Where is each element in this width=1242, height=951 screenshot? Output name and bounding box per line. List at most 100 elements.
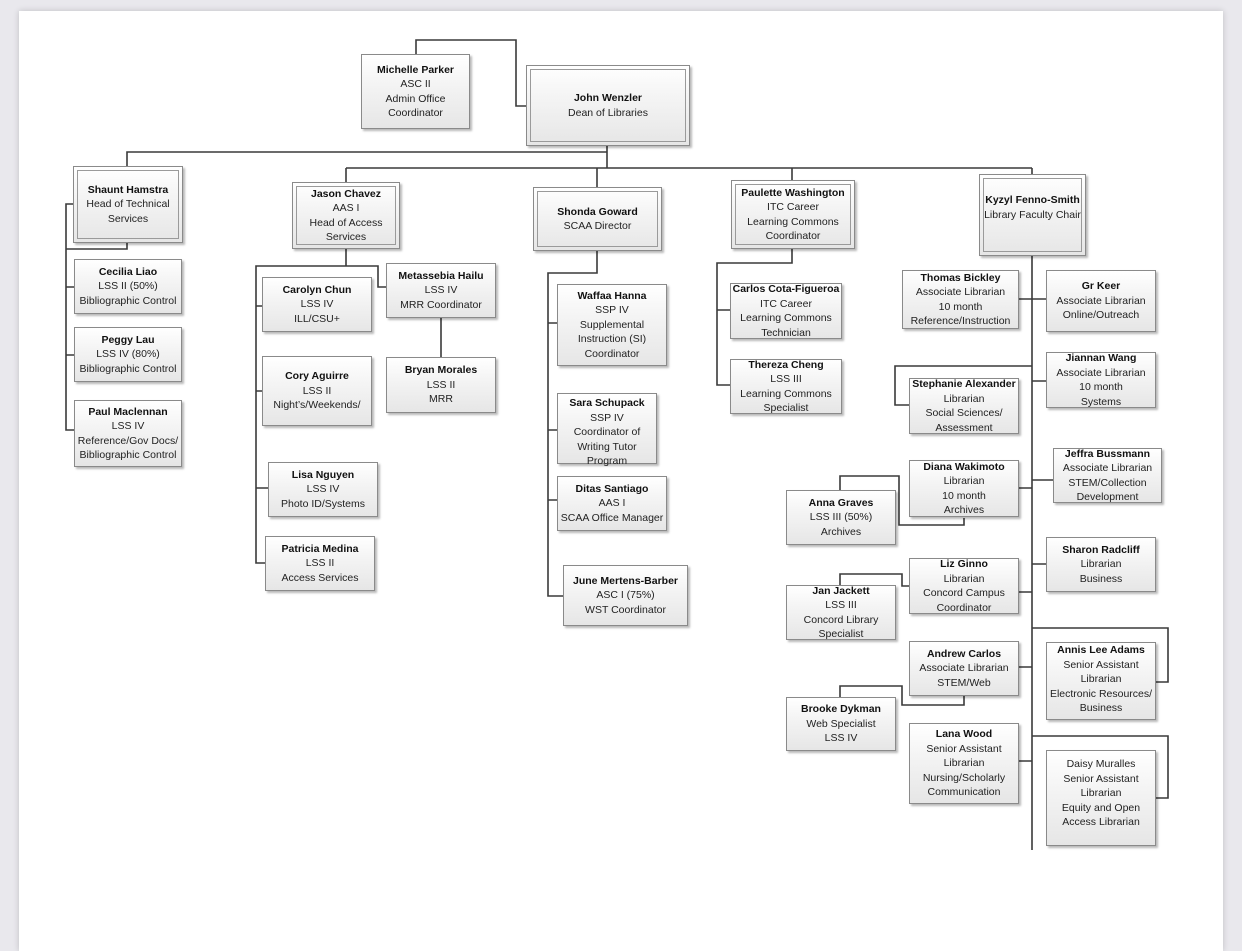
node-detail: Reference/Instruction (910, 315, 1011, 327)
node-detail: Concord Campus (923, 587, 1005, 599)
node-detail: Associate Librarian (915, 286, 1006, 298)
node-detail: Learning Commons (740, 387, 832, 400)
node-detail: Reference/Gov Docs/ (77, 434, 179, 447)
node-detail: Librarian (943, 392, 985, 405)
node-detail: Technician (761, 326, 811, 339)
node-name: Jiannan Wang (1065, 352, 1137, 364)
org-node-metassebia-hailu[interactable]: Metassebia Hailu LSS IV MRR Coordinator (386, 263, 496, 318)
org-node-stephanie-alexander[interactable]: Stephanie Alexander Librarian Social Sci… (909, 378, 1019, 434)
node-detail: ITC Career (760, 297, 812, 310)
org-node-paul-maclennan[interactable]: Paul Maclennan LSS IV Reference/Gov Docs… (74, 400, 182, 467)
org-node-jeffra-bussmann[interactable]: Jeffra Bussmann Associate Librarian STEM… (1053, 448, 1162, 503)
org-node-sara-schupack[interactable]: Sara Schupack SSP IV Coordinator of Writ… (557, 393, 657, 467)
org-node-brooke-dykman[interactable]: Brooke Dykman Web Specialist LSS IV (786, 697, 896, 751)
org-node-michelle-parker[interactable]: Michelle Parker ASC II Admin Office Coor… (361, 54, 470, 129)
node-inner-frame (530, 69, 686, 142)
node-name: Diana Wakimoto (923, 460, 1005, 473)
node-name: Gr Keer (1081, 280, 1121, 293)
node-detail: Bibliographic Control (79, 362, 177, 375)
node-inner-frame (77, 170, 179, 239)
org-node-thomas-bickley[interactable]: Thomas Bickley Associate Librarian 10 mo… (902, 270, 1019, 329)
node-detail: Associate Librarian (1056, 294, 1146, 307)
org-node-jan-jackett[interactable]: Jan Jackett LSS III Concord Library Spec… (786, 585, 896, 640)
node-name: Lisa Nguyen (291, 468, 355, 481)
node-detail: Access Services (281, 571, 359, 584)
org-node-sharon-radcliff[interactable]: Sharon Radcliff Librarian Business (1046, 537, 1156, 592)
node-name: Cecilia Liao (98, 265, 158, 278)
node-detail: Business (1079, 572, 1123, 585)
node-detail: Equity and Open (1061, 801, 1141, 814)
node-detail: LSS III (825, 599, 857, 611)
node-detail: Night’s/Weekends/ (273, 399, 361, 412)
org-node-lana-wood[interactable]: Lana Wood Senior Assistant Librarian Nur… (909, 723, 1019, 804)
node-detail: Specialist (763, 402, 809, 414)
node-name: Thereza Cheng (748, 358, 824, 371)
node-detail: Access Librarian (1062, 816, 1140, 828)
org-node-shaunt-hamstra[interactable]: Shaunt Hamstra Head of Technical Service… (73, 166, 183, 243)
node-detail: Supplemental (579, 318, 645, 331)
org-node-lisa-nguyen[interactable]: Lisa Nguyen LSS IV Photo ID/Systems (268, 462, 378, 517)
org-node-john-wenzler[interactable]: John Wenzler Dean of Libraries (526, 65, 690, 146)
org-node-annis-lee-adams[interactable]: Annis Lee Adams Senior Assistant Librari… (1046, 642, 1156, 720)
org-node-anna-graves[interactable]: Anna Graves LSS III (50%) Archives (786, 490, 896, 545)
node-detail: SSP IV (595, 304, 629, 317)
node-detail: Electronic Resources/ (1049, 687, 1153, 700)
node-detail: Senior Assistant (1063, 658, 1139, 671)
org-node-peggy-lau[interactable]: Peggy Lau LSS IV (80%) Bibliographic Con… (74, 327, 182, 382)
node-detail: LSS III (770, 373, 802, 385)
org-node-bryan-morales[interactable]: Bryan Morales LSS II MRR (386, 357, 496, 413)
org-node-june-mertens-barber[interactable]: June Mertens-Barber ASC I (75%) WST Coor… (563, 565, 688, 626)
org-node-andrew-carlos[interactable]: Andrew Carlos Associate Librarian STEM/W… (909, 641, 1019, 696)
node-detail: ASC I (75%) (596, 589, 655, 602)
org-node-jiannan-wang[interactable]: Jiannan Wang Associate Librarian 10 mont… (1046, 352, 1156, 408)
node-name: Carolyn Chun (282, 283, 352, 296)
node-detail: Archives (943, 504, 985, 516)
node-detail: Daisy Muralles (1066, 758, 1136, 770)
node-detail: STEM/Web (937, 676, 991, 689)
node-detail: Coordinator (936, 601, 992, 614)
org-node-diana-wakimoto[interactable]: Diana Wakimoto Librarian 10 month Archiv… (909, 460, 1019, 517)
org-node-carlos-cota-figueroa[interactable]: Carlos Cota-Figueroa ITC Career Learning… (730, 283, 842, 339)
node-detail: AAS I (598, 497, 626, 510)
node-detail: LSS IV (111, 420, 145, 432)
org-node-paulette-washington[interactable]: Paulette Washington ITC Career Learning … (731, 180, 855, 249)
org-node-gr-keer[interactable]: Gr Keer Associate Librarian Online/Outre… (1046, 270, 1156, 332)
node-detail: MRR Coordinator (400, 298, 482, 311)
node-inner-frame (983, 178, 1082, 252)
node-detail: Specialist (818, 628, 864, 640)
node-name: Jeffra Bussmann (1064, 447, 1151, 460)
node-detail: Librarian (1080, 673, 1122, 685)
node-detail: Librarian (1080, 558, 1122, 571)
node-detail: LSS IV (80%) (96, 348, 160, 361)
node-inner-frame (537, 191, 658, 247)
org-node-shonda-goward[interactable]: Shonda Goward SCAA Director (533, 187, 662, 251)
org-node-daisy-muralles[interactable]: Daisy Muralles Senior Assistant Libraria… (1046, 750, 1156, 846)
node-detail: SSP IV (590, 411, 624, 424)
node-detail: Associate Librarian (1056, 366, 1146, 379)
org-node-jason-chavez[interactable]: Jason Chavez AAS I Head of Access Servic… (292, 182, 400, 249)
org-node-cecilia-liao[interactable]: Cecilia Liao LSS II (50%) Bibliographic … (74, 259, 182, 314)
org-node-thereza-cheng[interactable]: Thereza Cheng LSS III Learning Commons S… (730, 359, 842, 414)
org-node-liz-ginno[interactable]: Liz Ginno Librarian Concord Campus Coord… (909, 558, 1019, 614)
node-detail: Archives (820, 525, 862, 538)
node-detail: Development (1076, 491, 1139, 503)
org-node-cory-aguirre[interactable]: Cory Aguirre LSS II Night’s/Weekends/ (262, 356, 372, 426)
node-detail: LSS II (302, 384, 332, 397)
node-detail: Writing Tutor (577, 440, 637, 453)
node-name: Cory Aguirre (285, 370, 349, 383)
node-detail: Senior Assistant (926, 742, 1002, 755)
node-name: June Mertens-Barber (572, 574, 679, 587)
node-name: Thomas Bickley (920, 271, 1001, 284)
node-detail: 10 month (1079, 381, 1123, 393)
org-node-waffaa-hanna[interactable]: Waffaa Hanna SSP IV Supplemental Instruc… (557, 284, 667, 366)
org-node-carolyn-chun[interactable]: Carolyn Chun LSS IV ILL/CSU+ (262, 277, 372, 332)
org-node-ditas-santiago[interactable]: Ditas Santiago AAS I SCAA Office Manager (557, 476, 667, 531)
node-detail: LSS II (50%) (98, 280, 158, 293)
node-name: Ditas Santiago (575, 482, 649, 495)
node-detail: Assessment (935, 421, 993, 434)
node-name: Waffaa Hanna (577, 289, 647, 302)
org-node-patricia-medina[interactable]: Patricia Medina LSS II Access Services (265, 536, 375, 591)
node-detail: Admin Office (385, 92, 446, 105)
org-node-kyzyl-fenno-smith[interactable]: Kyzyl Fenno-Smith Library Faculty Chair (979, 174, 1086, 256)
node-detail: Business (1079, 702, 1123, 714)
